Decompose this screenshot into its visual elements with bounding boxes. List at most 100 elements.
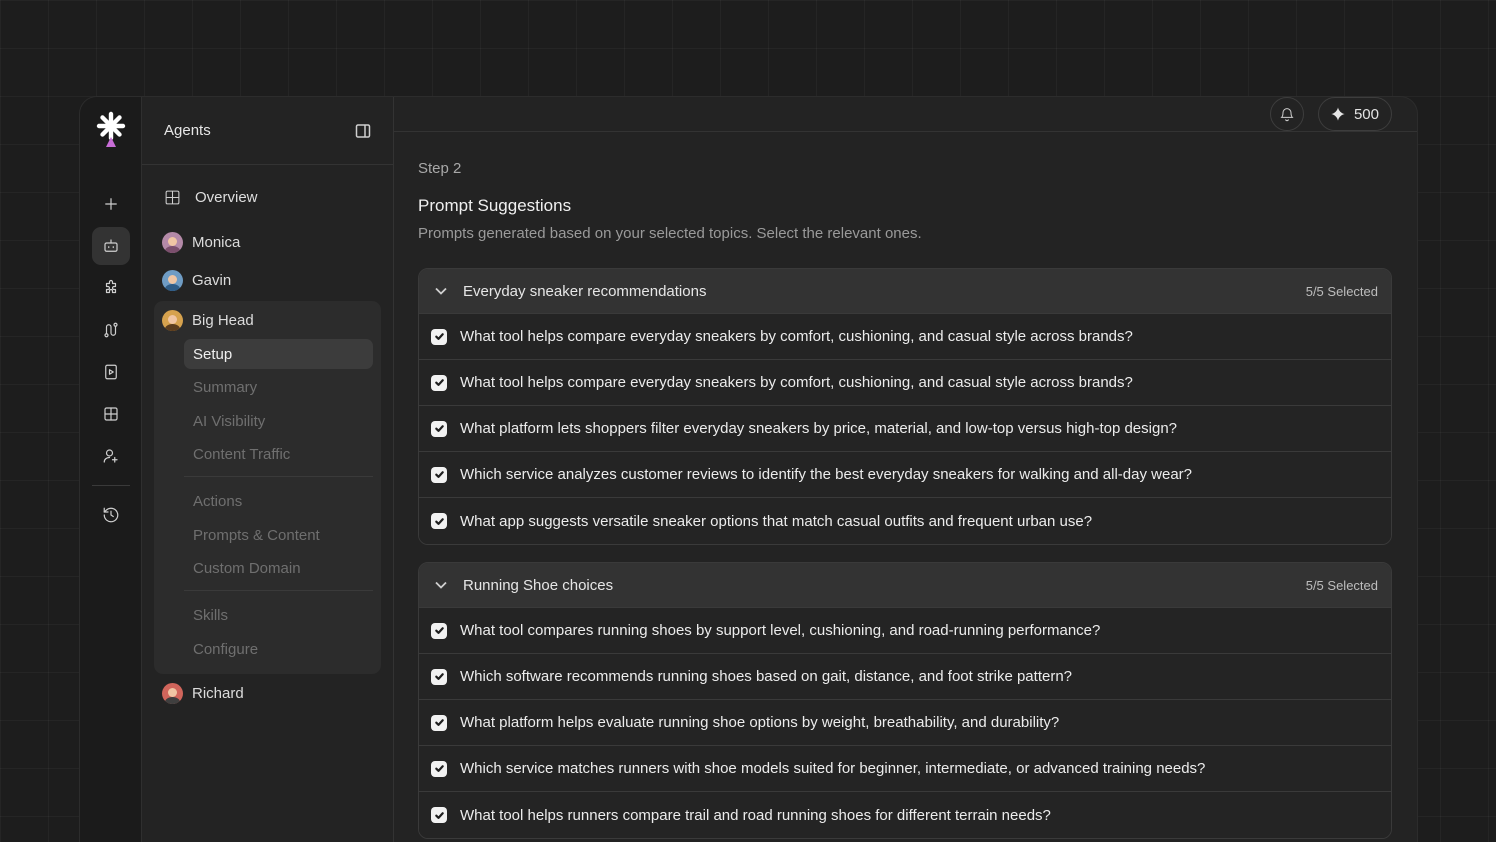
check-icon — [434, 471, 444, 478]
agents-sidebar: Agents Overview Monica Gavin Big Head Se… — [142, 97, 394, 842]
checkbox[interactable] — [431, 668, 447, 685]
checkbox[interactable] — [431, 760, 447, 777]
avatar — [162, 683, 183, 704]
topbar: 500 — [394, 97, 1417, 132]
logo-icon — [96, 111, 125, 147]
agent-name: Gavin — [192, 271, 232, 289]
invite-user-nav-button[interactable] — [92, 437, 130, 475]
prompt-group-everyday: Everyday sneaker recommendations 5/5 Sel… — [418, 268, 1392, 545]
prompt-row[interactable]: Which software recommends running shoes … — [419, 654, 1391, 700]
checkbox[interactable] — [431, 513, 447, 529]
prompt-row[interactable]: What platform lets shoppers filter every… — [419, 406, 1391, 452]
prompt-text: What tool compares running shoes by supp… — [460, 622, 1101, 639]
checkbox[interactable] — [431, 374, 447, 391]
agents-nav-button[interactable] — [91, 227, 130, 265]
prompt-row[interactable]: What tool helps compare everyday sneaker… — [419, 314, 1391, 360]
agent-item-big-head[interactable]: Big Head — [154, 301, 381, 339]
prompt-text: What tool helps compare everyday sneaker… — [460, 374, 1133, 391]
grid-icon — [103, 407, 118, 421]
step-label: Step 2 — [418, 160, 462, 177]
plus-icon — [104, 198, 117, 210]
sub-item-ai-visibility[interactable]: AI Visibility — [184, 406, 373, 436]
sidebar-item-overview[interactable]: Overview — [154, 177, 381, 217]
avatar — [162, 309, 183, 331]
main-panel: 500 Step 2 Prompt Suggestions Prompts ge… — [394, 97, 1417, 842]
user-plus-icon — [103, 449, 118, 463]
page-subtitle: Prompts generated based on your selected… — [418, 225, 922, 242]
group-header[interactable]: Everyday sneaker recommendations 5/5 Sel… — [419, 269, 1391, 314]
check-icon — [434, 379, 444, 386]
sub-item-actions[interactable]: Actions — [184, 487, 373, 517]
sidebar-title: Agents — [164, 122, 211, 139]
sidebar-toggle-icon[interactable] — [355, 123, 371, 139]
check-icon — [434, 811, 444, 819]
prompt-row[interactable]: What app suggests versatile sneaker opti… — [419, 498, 1391, 544]
prompt-text: Which software recommends running shoes … — [460, 668, 1073, 685]
prompt-row[interactable]: What tool compares running shoes by supp… — [419, 608, 1391, 654]
checkbox[interactable] — [431, 807, 447, 823]
icon-rail — [80, 97, 142, 842]
dashboard-nav-button[interactable] — [92, 395, 130, 433]
page-title: Prompt Suggestions — [418, 196, 572, 215]
workflows-nav-button[interactable] — [92, 311, 130, 349]
sub-item-custom-domain[interactable]: Custom Domain — [184, 554, 373, 584]
check-icon — [434, 719, 444, 726]
prompt-row[interactable]: What platform helps evaluate running sho… — [419, 700, 1391, 746]
notifications-button[interactable] — [1269, 97, 1304, 131]
selected-count: 5/5 Selected — [1305, 283, 1378, 299]
sub-divider — [184, 475, 373, 477]
sparkle-icon — [1331, 107, 1345, 121]
sub-item-summary[interactable]: Summary — [184, 373, 373, 403]
puzzle-icon — [105, 279, 116, 294]
check-icon — [434, 765, 444, 772]
chevron-down-icon — [435, 581, 447, 589]
prompt-text: What platform lets shoppers filter every… — [460, 420, 1178, 437]
check-icon — [434, 425, 444, 432]
credits-count: 500 — [1353, 105, 1379, 123]
prompt-row[interactable]: What tool helps runners compare trail an… — [419, 792, 1391, 838]
new-button[interactable] — [92, 185, 130, 223]
checkbox[interactable] — [431, 622, 447, 639]
prompt-text: Which service analyzes customer reviews … — [460, 466, 1192, 483]
avatar — [162, 231, 183, 253]
play-file-icon — [104, 364, 117, 380]
check-icon — [434, 673, 444, 680]
prompt-text: What app suggests versatile sneaker opti… — [460, 512, 1093, 530]
agent-name: Richard — [192, 685, 244, 702]
prompt-text: What tool helps runners compare trail an… — [460, 806, 1051, 824]
sub-item-content-traffic[interactable]: Content Traffic — [184, 440, 373, 470]
agent-group-big-head: Big Head Setup Summary AI Visibility Con… — [154, 301, 381, 674]
app-window: Agents Overview Monica Gavin Big Head Se… — [79, 96, 1418, 842]
overview-label: Overview — [195, 188, 258, 206]
sub-item-skills[interactable]: Skills — [184, 601, 373, 631]
prompt-text: What platform helps evaluate running sho… — [460, 714, 1060, 731]
grid-icon — [165, 190, 180, 204]
media-nav-button[interactable] — [92, 353, 130, 391]
group-header[interactable]: Running Shoe choices 5/5 Selected — [419, 563, 1391, 608]
sub-item-setup[interactable]: Setup — [184, 339, 373, 369]
agent-item-richard[interactable]: Richard — [142, 675, 393, 713]
history-nav-button[interactable] — [92, 496, 130, 534]
check-icon — [434, 517, 444, 525]
integrations-nav-button[interactable] — [92, 269, 130, 307]
checkbox[interactable] — [431, 466, 447, 483]
agent-item-gavin[interactable]: Gavin — [142, 261, 393, 299]
history-icon — [103, 507, 118, 523]
credits-button[interactable]: 500 — [1317, 97, 1392, 131]
checkbox[interactable] — [431, 714, 447, 731]
sidebar-header: Agents — [142, 97, 393, 165]
prompt-text: What tool helps compare everyday sneaker… — [460, 328, 1133, 345]
route-icon — [103, 322, 118, 338]
checkbox[interactable] — [431, 328, 447, 345]
prompt-group-running: Running Shoe choices 5/5 Selected What t… — [418, 562, 1392, 839]
checkbox[interactable] — [431, 420, 447, 437]
agent-item-monica[interactable]: Monica — [142, 223, 393, 261]
group-title: Everyday sneaker recommendations — [463, 282, 707, 300]
avatar — [162, 269, 183, 291]
prompt-row[interactable]: Which service analyzes customer reviews … — [419, 452, 1391, 498]
prompt-row[interactable]: Which service matches runners with shoe … — [419, 746, 1391, 792]
sub-item-configure[interactable]: Configure — [184, 634, 373, 664]
prompt-row[interactable]: What tool helps compare everyday sneaker… — [419, 360, 1391, 406]
sub-item-prompts-content[interactable]: Prompts & Content — [184, 520, 373, 550]
group-title: Running Shoe choices — [463, 576, 614, 594]
